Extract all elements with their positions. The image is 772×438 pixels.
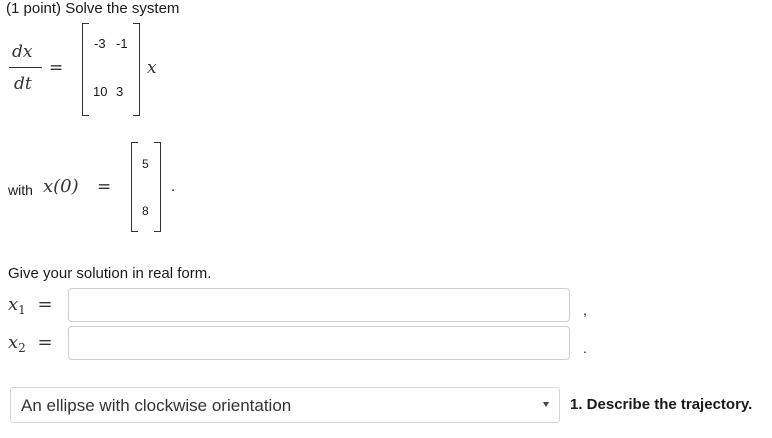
initial-condition-expr: x(0) bbox=[43, 176, 79, 197]
problem-header: (1 point) Solve the system bbox=[6, 0, 180, 17]
matrix-right-bracket bbox=[133, 23, 140, 116]
x1-label: x1 = bbox=[8, 294, 53, 317]
matrix-left-bracket bbox=[82, 23, 89, 116]
initial-equals-sign: = bbox=[97, 177, 112, 197]
x2-equals: = bbox=[37, 332, 53, 353]
vector-cell-2: 8 bbox=[142, 204, 149, 218]
instruction-text: Give your solution in real form. bbox=[8, 265, 212, 282]
x1-equals: = bbox=[37, 294, 53, 315]
vector-left-bracket bbox=[131, 142, 138, 232]
x1-subscript: 1 bbox=[18, 303, 26, 317]
matrix-cell-r2c2: 3 bbox=[116, 84, 124, 99]
x2-subscript: 2 bbox=[18, 341, 26, 355]
equals-sign: = bbox=[49, 58, 64, 78]
chevron-down-icon[interactable] bbox=[543, 402, 549, 407]
vector-right-bracket bbox=[154, 142, 161, 232]
trajectory-selected-value: An ellipse with clockwise orientation bbox=[21, 396, 292, 415]
x2-label: x2 = bbox=[8, 332, 53, 355]
matrix-cell-r1c1: -3 bbox=[94, 36, 106, 51]
x2-answer-input[interactable] bbox=[68, 326, 570, 360]
vector-cell-1: 5 bbox=[142, 157, 149, 171]
x1-var: x bbox=[8, 294, 19, 315]
x1-answer-input[interactable] bbox=[68, 288, 570, 322]
trajectory-question: 1. Describe the trajectory. bbox=[570, 396, 753, 413]
with-label: with bbox=[8, 182, 33, 198]
x2-separator: . bbox=[583, 340, 587, 356]
fraction-numerator: dx bbox=[12, 42, 33, 62]
fraction-bar bbox=[9, 67, 42, 68]
x2-var: x bbox=[8, 332, 19, 353]
matrix-cell-r2c1: 10 bbox=[93, 84, 108, 99]
state-variable: x bbox=[147, 58, 157, 78]
fraction-denominator: dt bbox=[14, 74, 32, 94]
initial-period: . bbox=[171, 178, 176, 195]
matrix-cell-r1c2: -1 bbox=[116, 36, 128, 51]
trajectory-select[interactable]: An ellipse with clockwise orientation bbox=[10, 387, 560, 423]
x1-separator: , bbox=[583, 302, 587, 318]
